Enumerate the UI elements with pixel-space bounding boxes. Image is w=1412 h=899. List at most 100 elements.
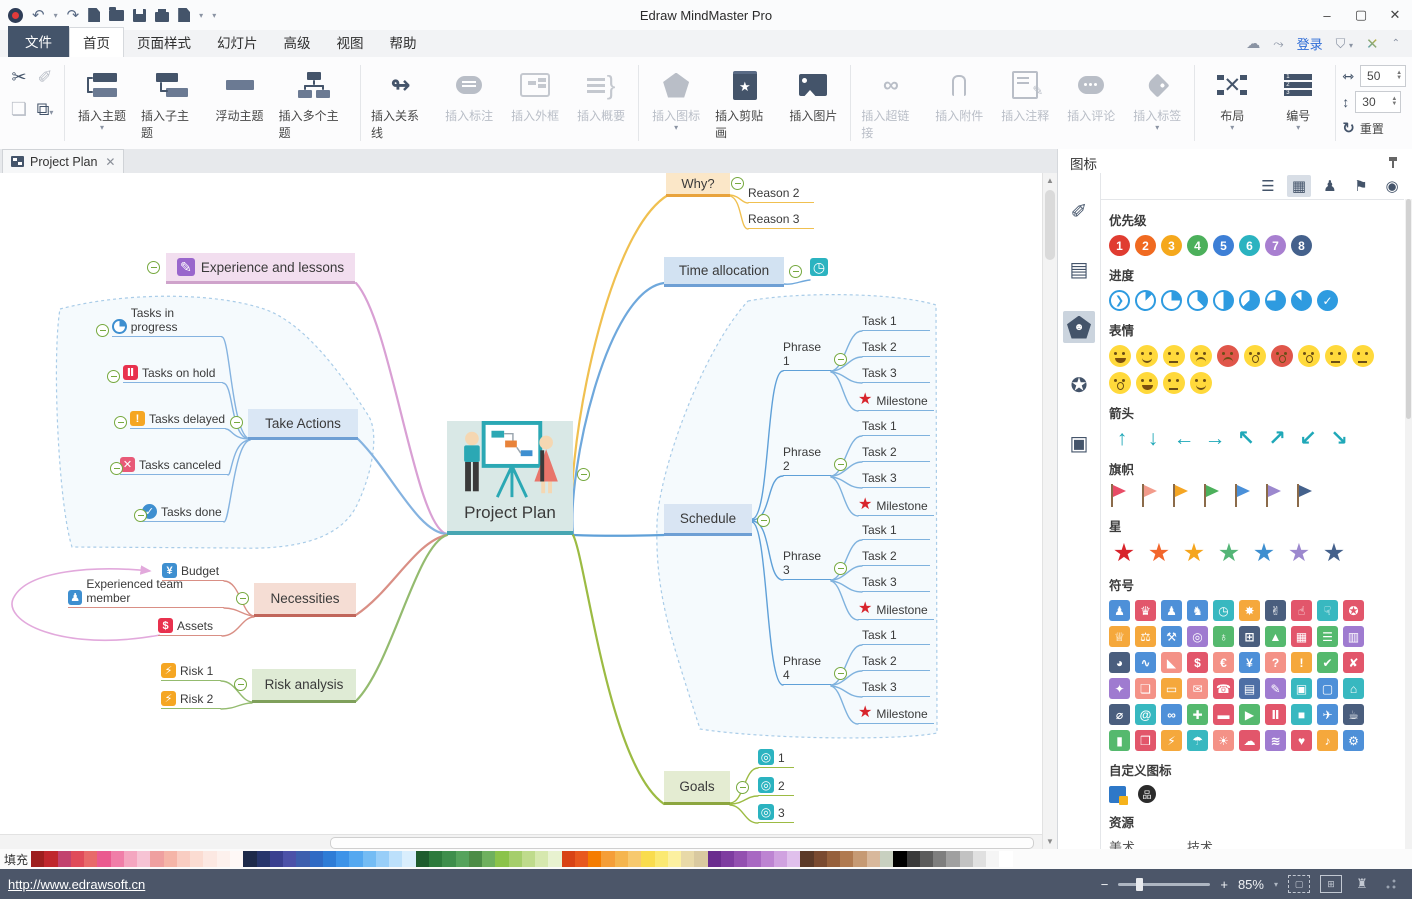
print-icon[interactable] — [155, 8, 170, 22]
insert-relationship-button[interactable]: ↬ 插入关系线 — [367, 62, 434, 143]
insert-multi-topic-button[interactable]: 插入多个主题 — [275, 62, 354, 143]
collapse-minus-icon[interactable] — [834, 562, 847, 575]
list-view-icon[interactable]: ☰ — [1256, 175, 1280, 197]
progress-75-icon[interactable] — [1265, 290, 1286, 311]
v-spacing-stepper[interactable]: 30 ▲ ▼ — [1355, 91, 1402, 113]
symbol-user-tie-icon[interactable]: ♛ — [1135, 600, 1156, 621]
progress-87.5-icon[interactable] — [1291, 290, 1312, 311]
insert-callout-button[interactable]: 插入标注 — [438, 62, 500, 126]
collapse-minus-icon[interactable] — [736, 781, 749, 794]
symbol-tornado-icon[interactable]: ≋ — [1265, 730, 1286, 751]
fill-color-swatch[interactable] — [800, 851, 814, 867]
arrow-icon[interactable]: ↙ — [1295, 428, 1321, 450]
fill-color-swatch[interactable] — [707, 851, 721, 867]
collapse-minus-icon[interactable] — [234, 678, 247, 691]
add-member-icon[interactable]: ♟ — [1318, 175, 1342, 197]
subtopic-node[interactable]: ★ Milestone — [858, 392, 934, 411]
zoom-in-icon[interactable]: + — [1220, 877, 1228, 892]
symbol-stop-icon[interactable]: ■ — [1291, 704, 1312, 725]
tab-slideshow[interactable]: 幻灯片 — [204, 28, 271, 57]
outline-tab-icon[interactable]: ▤ — [1063, 253, 1095, 285]
symbol-globe-icon[interactable]: ♁ — [1213, 626, 1234, 647]
subtopic-node[interactable]: ★ Milestone — [858, 601, 934, 620]
progress-start-icon[interactable]: ❯ — [1109, 290, 1130, 311]
fill-color-swatch[interactable] — [44, 851, 58, 867]
add-tag-icon[interactable]: ⚑ — [1349, 175, 1373, 197]
star-icon[interactable]: ★ — [1284, 541, 1314, 566]
fill-color-swatch[interactable] — [216, 851, 230, 867]
theme-shirt-icon[interactable]: ⛉ ▾ — [1336, 36, 1353, 52]
fill-color-swatch[interactable] — [309, 851, 323, 867]
fill-color-swatch[interactable] — [508, 851, 522, 867]
subtopic-node[interactable]: $ Assets — [158, 618, 222, 636]
central-topic[interactable]: Project Plan — [447, 421, 573, 535]
symbol-unlock-icon[interactable]: ▢ — [1317, 678, 1338, 699]
horizontal-scrollbar[interactable] — [0, 834, 1042, 849]
fill-color-swatch[interactable] — [415, 851, 429, 867]
fill-color-swatch[interactable] — [773, 851, 788, 867]
fill-color-swatch[interactable] — [176, 851, 191, 867]
emoji-face-icon[interactable] — [1190, 345, 1212, 367]
symbol-thumbs-up-icon[interactable]: ☝ — [1291, 600, 1312, 621]
zoom-level[interactable]: 85% — [1238, 877, 1264, 892]
star-icon[interactable]: ★ — [1319, 541, 1349, 566]
subtopic-node[interactable]: Task 3 — [862, 680, 930, 697]
symbol-phone-icon[interactable]: ☎ — [1213, 678, 1234, 699]
fill-color-swatch[interactable] — [428, 851, 443, 867]
priority-6-icon[interactable]: 6 — [1239, 235, 1260, 256]
fill-color-swatch[interactable] — [667, 851, 682, 867]
emoji-face-icon[interactable] — [1190, 372, 1212, 394]
symbol-gear-icon[interactable]: ⚙ — [1343, 730, 1364, 751]
fill-color-swatch[interactable] — [641, 851, 655, 867]
insert-topic-button[interactable]: 插入主题 ▾ — [71, 62, 133, 133]
emoji-face-icon[interactable] — [1163, 372, 1185, 394]
subtopic-node[interactable]: Task 2 — [862, 445, 930, 462]
symbol-storm-icon[interactable]: ☁ — [1239, 730, 1260, 751]
fill-color-swatch[interactable] — [986, 851, 1000, 867]
subtopic-node[interactable]: ♟ Experienced team member — [68, 577, 224, 608]
fill-color-swatch[interactable] — [375, 851, 390, 867]
fill-color-swatch[interactable] — [574, 851, 589, 867]
cut-icon[interactable]: ✂ — [11, 67, 26, 88]
symbol-cart-icon[interactable]: ⊞ — [1239, 626, 1260, 647]
priority-4-icon[interactable]: 4 — [1187, 235, 1208, 256]
symbol-question-icon[interactable]: ? — [1265, 652, 1286, 673]
collapse-minus-icon[interactable] — [834, 667, 847, 680]
grid-view-icon[interactable]: ▦ — [1287, 175, 1311, 197]
collapse-minus-icon[interactable] — [834, 458, 847, 471]
fill-color-swatch[interactable] — [946, 851, 960, 867]
fill-color-swatch[interactable] — [322, 851, 337, 867]
emoji-face-icon[interactable] — [1325, 345, 1347, 367]
symbol-idea-icon[interactable]: ✦ — [1109, 678, 1130, 699]
subtopic-node[interactable]: ✕ Tasks canceled — [120, 457, 228, 475]
horizontal-scroll-thumb[interactable] — [330, 837, 1034, 849]
subtopic-node[interactable]: Phrase 2 — [783, 445, 831, 476]
symbol-alarm-clock-icon[interactable]: ◷ — [1213, 600, 1234, 621]
customize-toolbar-icon[interactable]: ▾ — [212, 11, 216, 20]
collapse-minus-icon[interactable] — [236, 592, 249, 605]
topic-node[interactable]: Risk analysis — [252, 669, 356, 703]
fill-color-swatch[interactable] — [362, 851, 376, 867]
subtopic-node[interactable]: Tasks in progress — [112, 306, 222, 337]
priority-3-icon[interactable]: 3 — [1161, 235, 1182, 256]
collapse-minus-icon[interactable] — [107, 370, 120, 383]
new-file-icon[interactable] — [88, 8, 101, 22]
share-icon[interactable]: ⤳ — [1273, 36, 1283, 52]
maximize-button[interactable]: ▢ — [1344, 1, 1378, 30]
symbol-exclamation-icon[interactable]: ! — [1291, 652, 1312, 673]
fill-color-swatch[interactable] — [654, 851, 668, 867]
priority-5-icon[interactable]: 5 — [1213, 235, 1234, 256]
insert-comment-button[interactable]: 插入评论 — [1060, 62, 1122, 126]
insert-subtopic-button[interactable]: 插入子主题 — [137, 62, 205, 143]
website-link[interactable]: http://www.edrawsoft.cn — [8, 877, 145, 892]
subtopic-node[interactable]: Task 2 — [862, 549, 930, 566]
fill-color-swatch[interactable] — [31, 851, 45, 867]
open-file-icon[interactable] — [109, 6, 125, 21]
arrow-icon[interactable]: ↑ — [1109, 428, 1135, 450]
symbol-layers-icon[interactable]: ❏ — [1135, 678, 1156, 699]
fill-color-swatch[interactable] — [734, 851, 748, 867]
symbol-bomb-icon[interactable]: ✸ — [1239, 600, 1260, 621]
custom-edraw-icon[interactable] — [1109, 785, 1128, 805]
subtopic-node[interactable]: Reason 2 — [748, 186, 814, 203]
subtopic-node[interactable]: ◎ 1 — [758, 749, 794, 768]
